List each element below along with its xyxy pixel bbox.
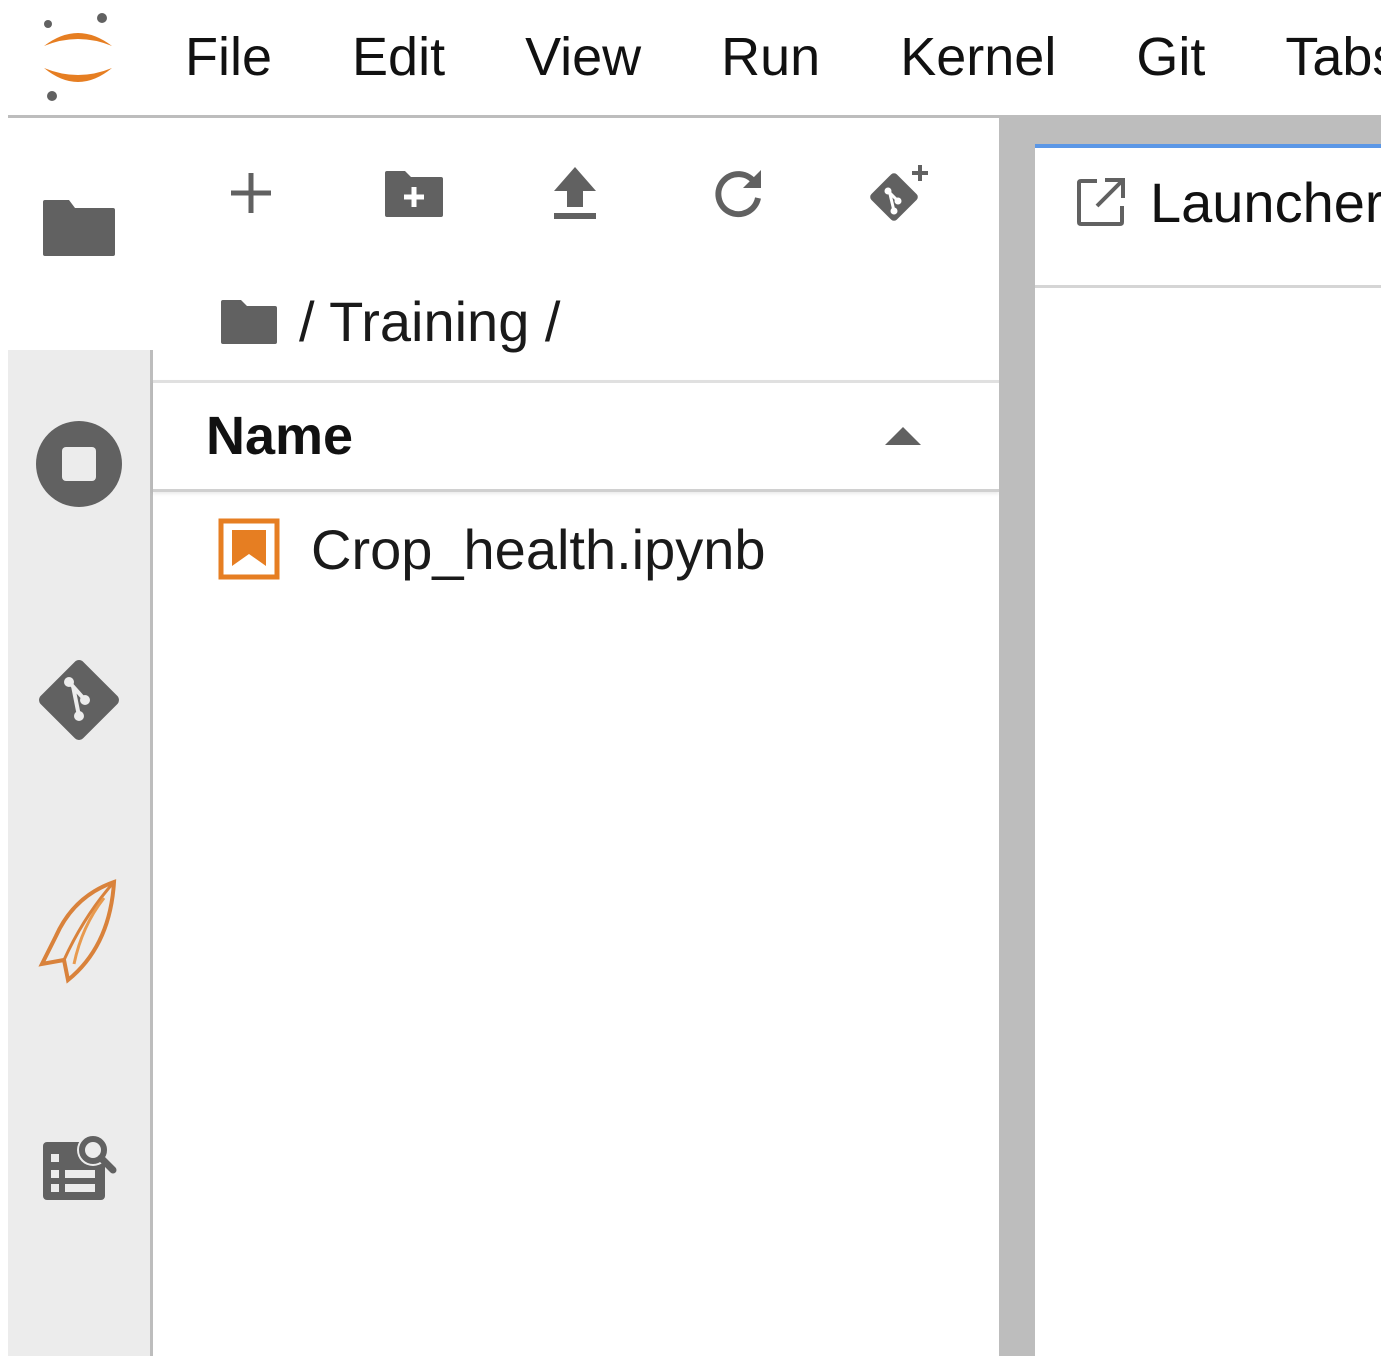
menu-git[interactable]: Git bbox=[1096, 0, 1245, 115]
breadcrumb-home-folder-icon[interactable] bbox=[219, 296, 279, 346]
refresh-button[interactable] bbox=[698, 148, 778, 238]
panel-splitter[interactable] bbox=[999, 118, 1035, 1356]
git-clone-button[interactable] bbox=[859, 148, 939, 238]
running-stop-icon bbox=[36, 421, 122, 507]
refresh-icon bbox=[715, 170, 761, 218]
new-folder-button[interactable] bbox=[374, 148, 454, 238]
new-folder-icon bbox=[385, 171, 443, 217]
tab-launcher[interactable]: Launcher bbox=[1035, 144, 1381, 288]
file-list-header: Name bbox=[153, 380, 999, 492]
column-header-name[interactable]: Name bbox=[206, 383, 353, 489]
sidebar-item-git[interactable] bbox=[8, 654, 150, 746]
sidebar-item-file-browser[interactable] bbox=[8, 196, 150, 258]
menu-edit[interactable]: Edit bbox=[312, 0, 485, 115]
plus-icon bbox=[231, 173, 271, 213]
feather-extension-icon bbox=[38, 879, 117, 984]
menu-items: File Edit View Run Kernel Git Tabs bbox=[145, 0, 1381, 115]
breadcrumb-path[interactable]: / Training / bbox=[299, 289, 560, 354]
notebook-icon bbox=[218, 518, 280, 580]
left-sidebar bbox=[8, 118, 153, 1356]
file-name: Crop_health.ipynb bbox=[311, 518, 766, 581]
jupyterlab-window: File Edit View Run Kernel Git Tabs bbox=[0, 0, 1381, 1356]
property-inspector-icon bbox=[43, 1134, 117, 1200]
menu-run[interactable]: Run bbox=[681, 0, 860, 115]
breadcrumb: / Training / bbox=[219, 286, 560, 356]
sidebar-item-running[interactable] bbox=[8, 420, 150, 508]
jupyter-logo-icon bbox=[44, 13, 112, 101]
tab-bar bbox=[1035, 118, 1381, 144]
file-browser-toolbar bbox=[153, 148, 999, 238]
git-clone-icon bbox=[870, 165, 928, 221]
main-dock-area bbox=[1035, 118, 1381, 1356]
sidebar-item-extension[interactable] bbox=[8, 876, 150, 986]
launcher-icon bbox=[1077, 178, 1125, 226]
menu-file[interactable]: File bbox=[145, 0, 312, 115]
sort-ascending-icon[interactable] bbox=[881, 423, 925, 449]
upload-icon bbox=[554, 167, 596, 219]
file-list-item[interactable]: Crop_health.ipynb bbox=[153, 500, 999, 600]
menu-kernel[interactable]: Kernel bbox=[860, 0, 1096, 115]
upload-button[interactable] bbox=[535, 148, 615, 238]
folder-icon bbox=[43, 200, 115, 256]
menu-tabs[interactable]: Tabs bbox=[1245, 0, 1381, 115]
menu-view[interactable]: View bbox=[485, 0, 681, 115]
new-launcher-button[interactable] bbox=[211, 148, 291, 238]
menu-bar: File Edit View Run Kernel Git Tabs bbox=[0, 0, 1381, 118]
git-icon bbox=[39, 660, 119, 740]
tab-label: Launcher bbox=[1150, 171, 1381, 234]
file-browser-panel: / Training / Name Crop_health.ipynb bbox=[153, 118, 999, 1356]
sidebar-item-property-inspector[interactable] bbox=[8, 1128, 150, 1204]
